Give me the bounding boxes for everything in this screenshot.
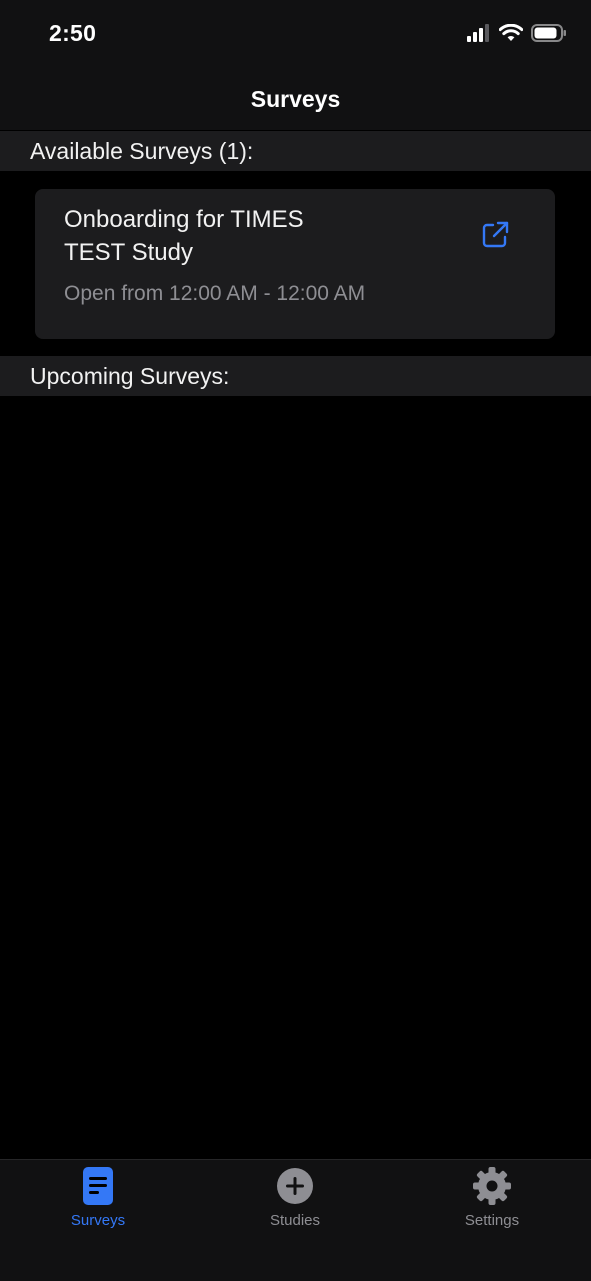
wifi-icon	[499, 24, 523, 41]
status-time: 2:50	[49, 20, 97, 46]
tab-settings[interactable]: Settings	[432, 1166, 552, 1238]
status-icons	[467, 24, 567, 42]
tab-surveys[interactable]: Surveys	[38, 1166, 158, 1238]
status-bar: 2:50	[0, 0, 591, 72]
tab-studies[interactable]: Studies	[235, 1166, 355, 1238]
section-title-upcoming: Upcoming Surveys:	[30, 363, 230, 389]
tab-label-settings: Settings	[464, 1212, 520, 1229]
tab-label-studies: Studies	[269, 1212, 321, 1229]
cellular-signal-icon	[467, 24, 489, 42]
tab-label-surveys: Surveys	[70, 1212, 126, 1229]
survey-title: Onboarding for TIMES TEST Study	[64, 206, 304, 266]
document-icon	[83, 1167, 113, 1205]
battery-icon	[531, 24, 566, 42]
page-title: Surveys	[250, 86, 341, 112]
nav-bar: Surveys	[0, 72, 591, 130]
section-title-available: Available Surveys (1):	[30, 138, 254, 164]
gear-icon	[473, 1167, 511, 1205]
open-external-icon[interactable]	[479, 219, 511, 251]
section-header-upcoming: Upcoming Surveys:	[0, 356, 591, 396]
survey-card[interactable]: Onboarding for TIMES TEST Study Open fro…	[35, 189, 555, 339]
tab-bar: Surveys Studies Settings	[0, 1159, 591, 1281]
section-header-available: Available Surveys (1):	[0, 131, 591, 171]
survey-open-time: Open from 12:00 AM - 12:00 AM	[64, 282, 366, 305]
plus-circle-icon	[277, 1168, 313, 1204]
